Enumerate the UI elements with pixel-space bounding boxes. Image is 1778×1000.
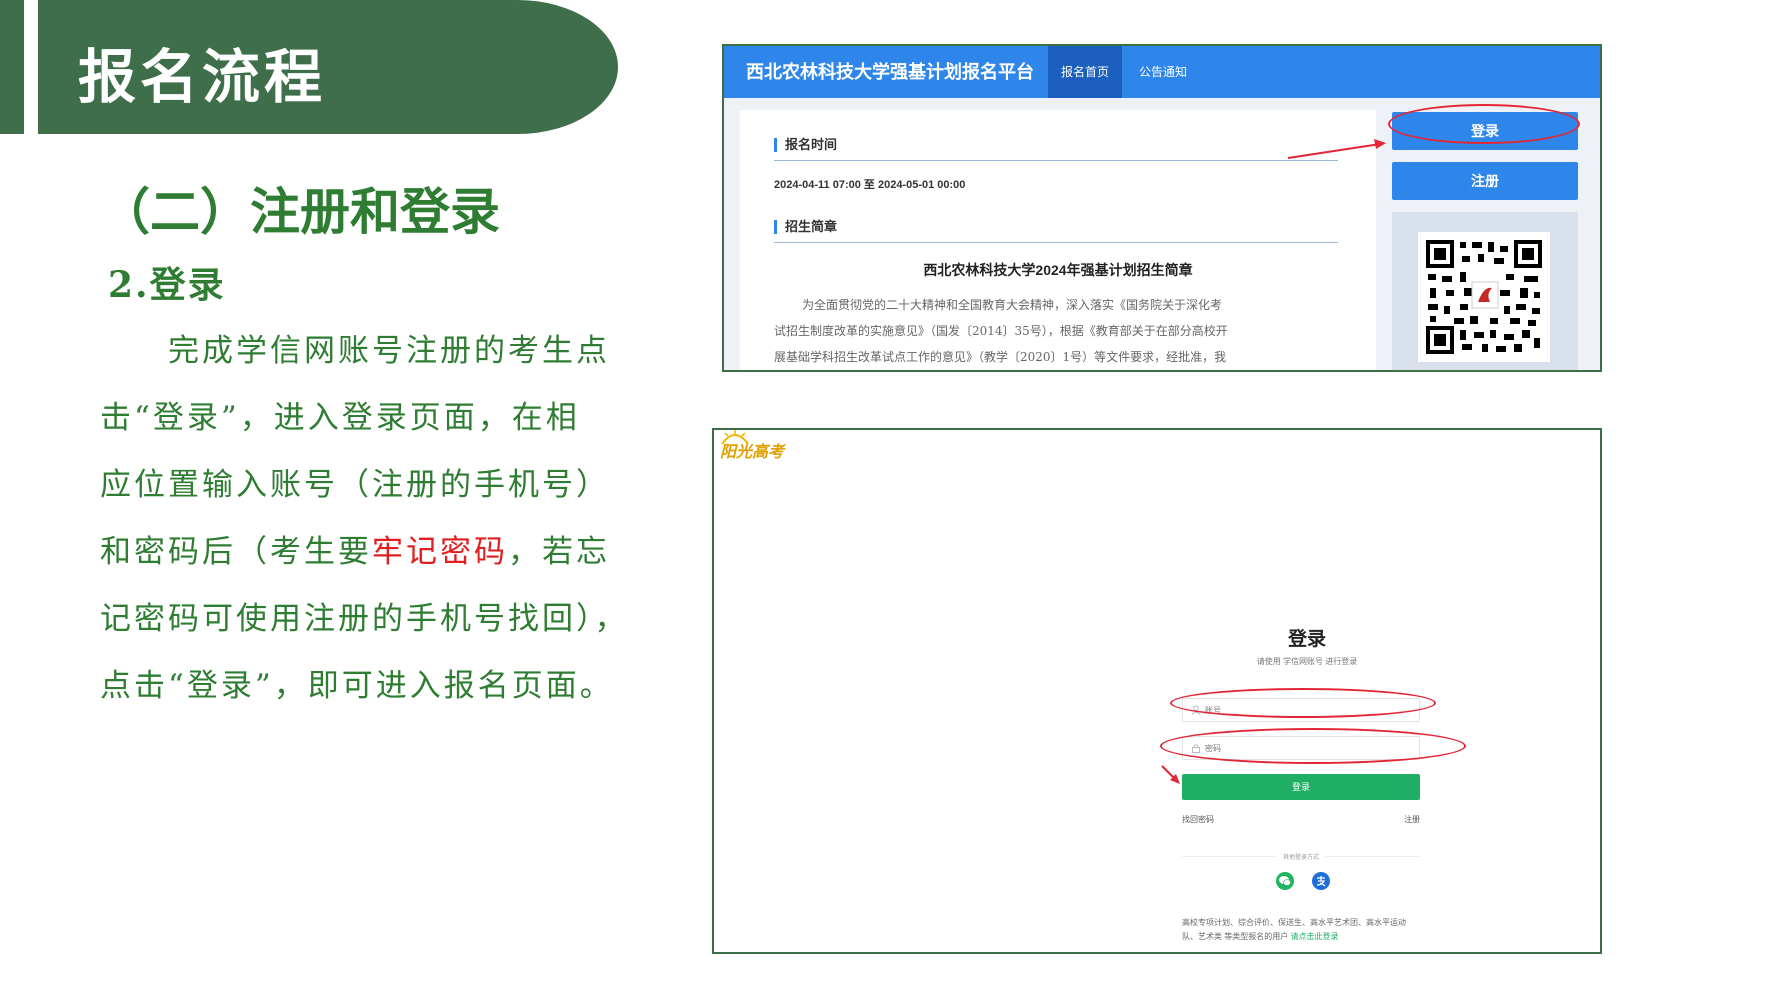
- other-login-label: 其他登录方式: [1182, 852, 1420, 861]
- instruction-text: 完成学信网账号注册的考生点 击“登录”，进入登录页面，在相 应位置输入账号（注册…: [100, 318, 690, 720]
- instruction-line: 记密码可使用注册的手机号找回），: [100, 601, 629, 637]
- annotation-ellipse: [1170, 688, 1436, 718]
- divider: [774, 160, 1338, 161]
- other-login-text: 其他登录方式: [1276, 855, 1325, 861]
- annotation-ellipse: [1160, 728, 1466, 764]
- alipay-login-icon[interactable]: [1312, 872, 1330, 890]
- instruction-line: 击“登录”，进入登录页面，在相: [100, 400, 580, 436]
- instruction-line: 应位置输入账号（注册的手机号）: [100, 467, 610, 503]
- article-line: 展基础学科招生改革试点工作的意见》（教学〔2020〕1号）等文件要求，经批准，我: [774, 350, 1227, 364]
- instruction-line-part: ，若忘: [508, 534, 610, 570]
- portal-screenshot: 西北农林科技大学强基计划报名平台 报名首页 公告通知 报名时间 2024-04-…: [722, 44, 1602, 372]
- section-title: （二）注册和登录: [100, 183, 500, 241]
- special-type-notice: 高校专项计划、综合评价、保送生、高水平艺术团、高水平运动 队、艺术类 等类型报名…: [1182, 916, 1422, 944]
- wechat-login-icon[interactable]: [1276, 872, 1294, 890]
- tab-home[interactable]: 报名首页: [1048, 46, 1122, 98]
- time-value: 2024-04-11 07:00 至 2024-05-01 00:00: [774, 179, 966, 191]
- register-link[interactable]: 注册: [1404, 814, 1420, 825]
- highlight-remember-password: 牢记密码: [372, 534, 508, 570]
- login-screenshot: 阳光高考 登录 请使用 学信网账号 进行登录 登录 找回密码 注册 其他登录方式…: [712, 428, 1602, 954]
- brochure-label: 招生简章: [774, 220, 837, 234]
- instruction-line: 点击“登录”，即可进入报名页面。: [100, 668, 614, 704]
- instruction-line: 和密码后（考生要牢记密码，若忘: [100, 519, 690, 586]
- instruction-line-part: 和密码后（考生要: [100, 534, 372, 570]
- portal-content: 报名时间 2024-04-11 07:00 至 2024-05-01 00:00…: [740, 110, 1376, 370]
- forgot-password-link[interactable]: 找回密码: [1182, 814, 1214, 825]
- page-title: 报名流程: [78, 43, 327, 111]
- instruction-line: 完成学信网账号注册的考生点: [168, 333, 610, 369]
- divider: [774, 242, 1338, 243]
- tab-notices[interactable]: 公告通知: [1126, 46, 1200, 98]
- portal-register-button[interactable]: 注册: [1392, 162, 1578, 200]
- qr-code-icon: [1418, 232, 1550, 362]
- special-login-link[interactable]: 请点击此登录: [1290, 932, 1338, 941]
- portal-title: 西北农林科技大学强基计划报名平台: [746, 62, 1034, 82]
- portal-navbar: 西北农林科技大学强基计划报名平台 报名首页 公告通知: [724, 46, 1600, 98]
- login-submit-button[interactable]: 登录: [1182, 774, 1420, 800]
- qr-panel: [1392, 212, 1578, 370]
- sunshine-gaokao-logo: 阳光高考: [720, 442, 785, 461]
- login-title: 登录: [1287, 629, 1326, 650]
- article-title[interactable]: 西北农林科技大学2024年强基计划招生简章: [740, 260, 1376, 280]
- article-line: 试招生制度改革的实施意见》（国发〔2014〕35号），根据《教育部关于在部分高校…: [774, 324, 1228, 338]
- annotation-arrow-icon: [1287, 139, 1386, 159]
- header-side-bar: [0, 0, 24, 134]
- notice-text: 高校专项计划、综合评价、保送生、高水平艺术团、高水平运动: [1182, 918, 1406, 927]
- annotation-arrow-icon: [1161, 765, 1180, 784]
- step-title: 2.登录: [108, 264, 226, 306]
- annotation-ellipse: [1388, 104, 1580, 144]
- login-hint: 请使用 学信网账号 进行登录: [1256, 657, 1358, 666]
- time-label: 报名时间: [774, 138, 837, 152]
- article-line: 为全面贯彻党的二十大精神和全国教育大会精神，深入落实《国务院关于深化考: [802, 298, 1223, 312]
- notice-text: 队、艺术类 等类型报名的用户: [1182, 932, 1291, 941]
- article-text: 为全面贯彻党的二十大精神和全国教育大会精神，深入落实《国务院关于深化考 试招生制…: [774, 292, 1344, 370]
